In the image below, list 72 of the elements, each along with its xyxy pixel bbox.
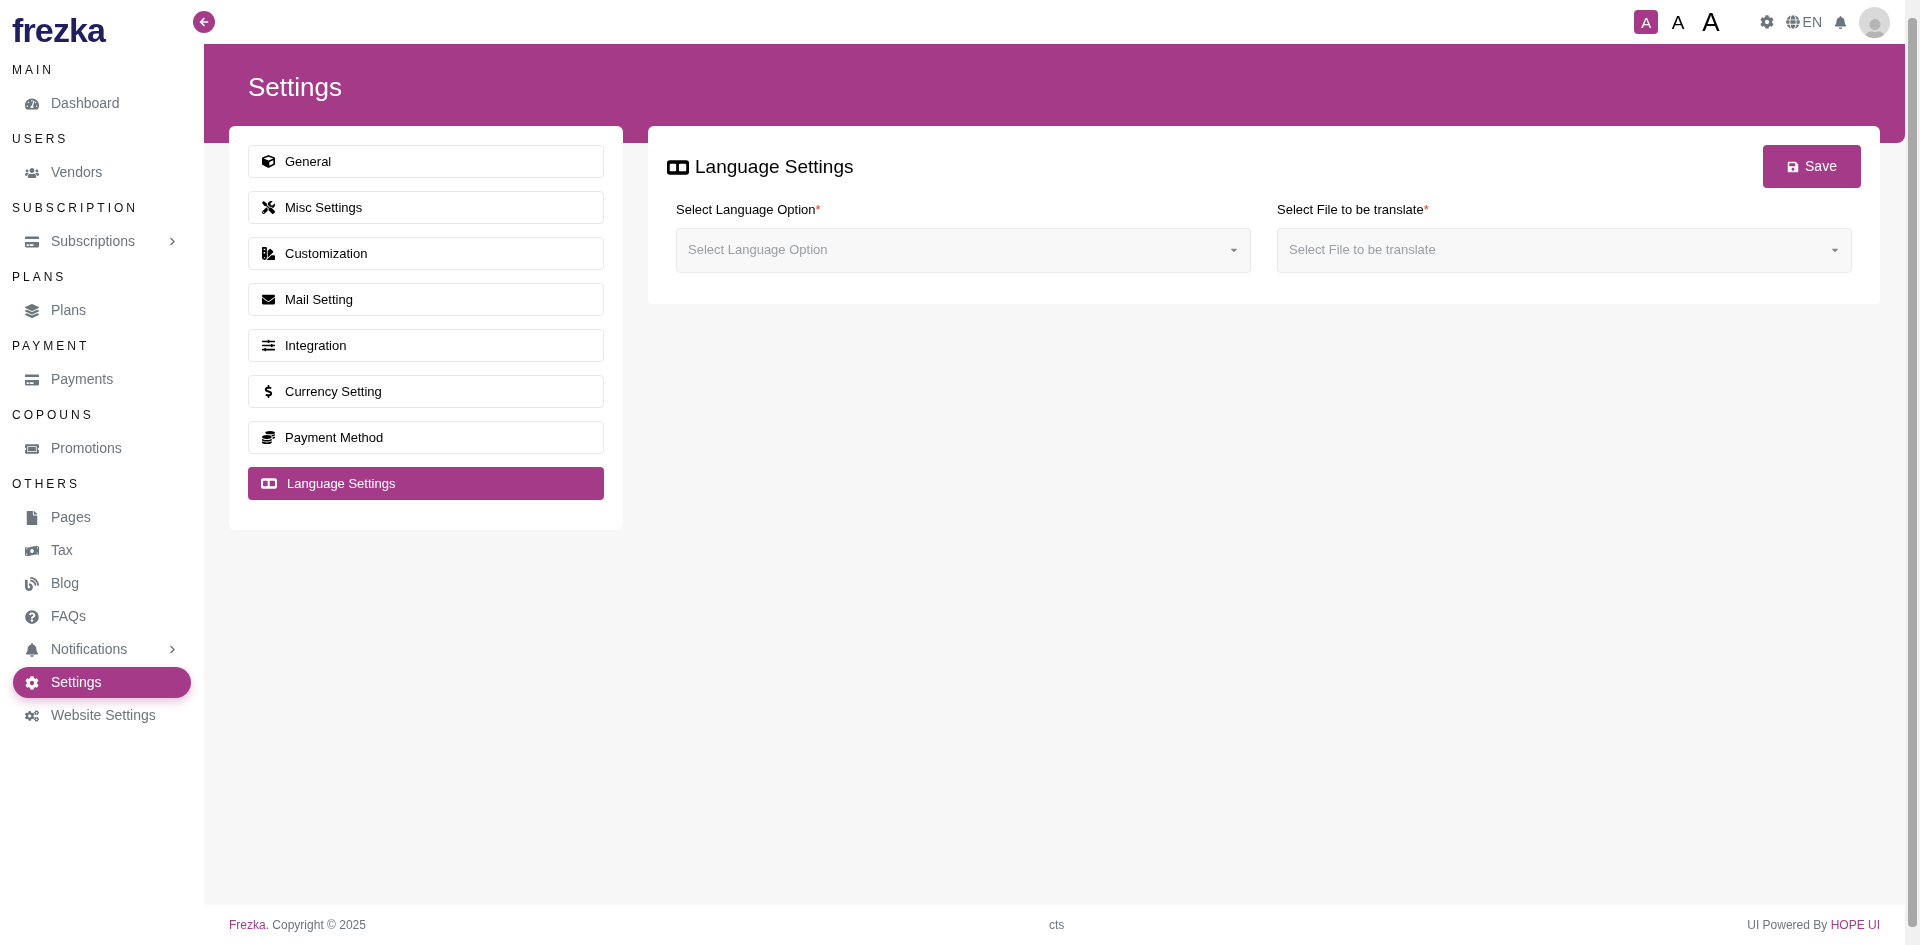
arrow-left-icon	[199, 17, 209, 27]
gauge-icon	[25, 96, 39, 111]
select-field[interactable]: Select Language Option	[676, 227, 1251, 273]
sidebar-item[interactable]: Promotions	[13, 433, 191, 464]
sidebar-item[interactable]: Pages	[13, 502, 191, 533]
page-title: Settings	[248, 71, 343, 104]
sidebar-item[interactable]: Blog	[13, 568, 191, 599]
settings-menu-item[interactable]: Integration	[248, 329, 604, 362]
settings-menu-item[interactable]: Mail Setting	[248, 283, 604, 316]
section-heading: COPOUNS	[11, 407, 95, 424]
section-heading: USERS	[11, 131, 70, 148]
brand-logo: frezka	[12, 13, 106, 47]
globe-icon	[1785, 15, 1800, 29]
swatch-icon	[262, 247, 275, 260]
sidebar-item[interactable]: Website Settings	[13, 700, 191, 731]
envelope-icon	[262, 293, 275, 306]
settings-menu-item[interactable]: Language Settings	[248, 467, 604, 500]
blog-icon	[25, 576, 39, 591]
field-label: Select File to be translate*	[1277, 201, 1430, 219]
file-icon	[25, 510, 39, 525]
settings-menu-item[interactable]: Currency Setting	[248, 375, 604, 408]
language-icon	[261, 478, 277, 489]
language-icon	[667, 159, 689, 175]
font-size-button[interactable]: A	[1634, 10, 1659, 34]
font-size-button[interactable]: A	[1666, 10, 1691, 34]
collapse-button[interactable]	[193, 11, 215, 33]
card-icon	[25, 234, 39, 249]
sidebar-item[interactable]: Notifications	[13, 634, 191, 665]
settings-icon	[25, 675, 39, 690]
sidebar-item[interactable]: Vendors	[13, 157, 191, 188]
money-icon	[25, 543, 39, 558]
panel-title: Language Settings	[695, 155, 854, 179]
dollar-icon	[262, 385, 275, 398]
sidebar-item[interactable]: Dashboard	[13, 88, 191, 119]
section-heading: SUBSCRIPTION	[11, 200, 139, 217]
section-heading: MAIN	[11, 62, 55, 79]
settings-menu-item[interactable]: Misc Settings	[248, 191, 604, 224]
section-heading: OTHERS	[11, 476, 81, 493]
sliders-icon	[262, 339, 275, 352]
ticket-icon	[25, 441, 39, 456]
powered-by-text: UI Powered By HOPE UI	[1747, 917, 1880, 934]
sidebar-item[interactable]: FAQs	[13, 601, 191, 632]
card-icon	[25, 372, 39, 387]
coins-icon	[262, 431, 275, 444]
cube-icon	[262, 155, 275, 168]
font-size-button[interactable]: A	[1698, 10, 1724, 34]
settings-icon[interactable]	[1759, 15, 1774, 29]
field-label: Select Language Option*	[676, 201, 822, 219]
section-heading: PLANS	[11, 269, 68, 286]
question-icon	[25, 609, 39, 624]
section-heading: PAYMENT	[11, 338, 91, 355]
settings-menu-item[interactable]: General	[248, 145, 604, 178]
bell-icon	[25, 642, 39, 657]
bell-icon[interactable]	[1834, 15, 1847, 29]
hope-ui-link[interactable]: HOPE UI	[1830, 918, 1880, 932]
footer-center-text: cts	[1048, 917, 1065, 934]
sidebar-item[interactable]: Subscriptions	[13, 226, 191, 257]
save-button[interactable]: Save	[1763, 145, 1861, 188]
language-button[interactable]: EN	[1785, 11, 1822, 33]
sidebar-item[interactable]: Plans	[13, 295, 191, 326]
save-icon	[1787, 160, 1800, 173]
sidebar-item[interactable]: Tax	[13, 535, 191, 566]
users-icon	[25, 165, 39, 180]
copyright-text: Frezka. Copyright © 2025	[229, 917, 366, 934]
tools-icon	[262, 201, 275, 214]
settings-menu-item[interactable]: Customization	[248, 237, 604, 270]
layers-icon	[25, 303, 39, 318]
select-field[interactable]: Select File to be translate	[1277, 227, 1852, 273]
sidebar-item[interactable]: Settings	[13, 667, 191, 698]
settings-menu-item[interactable]: Payment Method	[248, 421, 604, 454]
gears-icon	[25, 708, 39, 723]
sidebar-item[interactable]: Payments	[13, 364, 191, 395]
